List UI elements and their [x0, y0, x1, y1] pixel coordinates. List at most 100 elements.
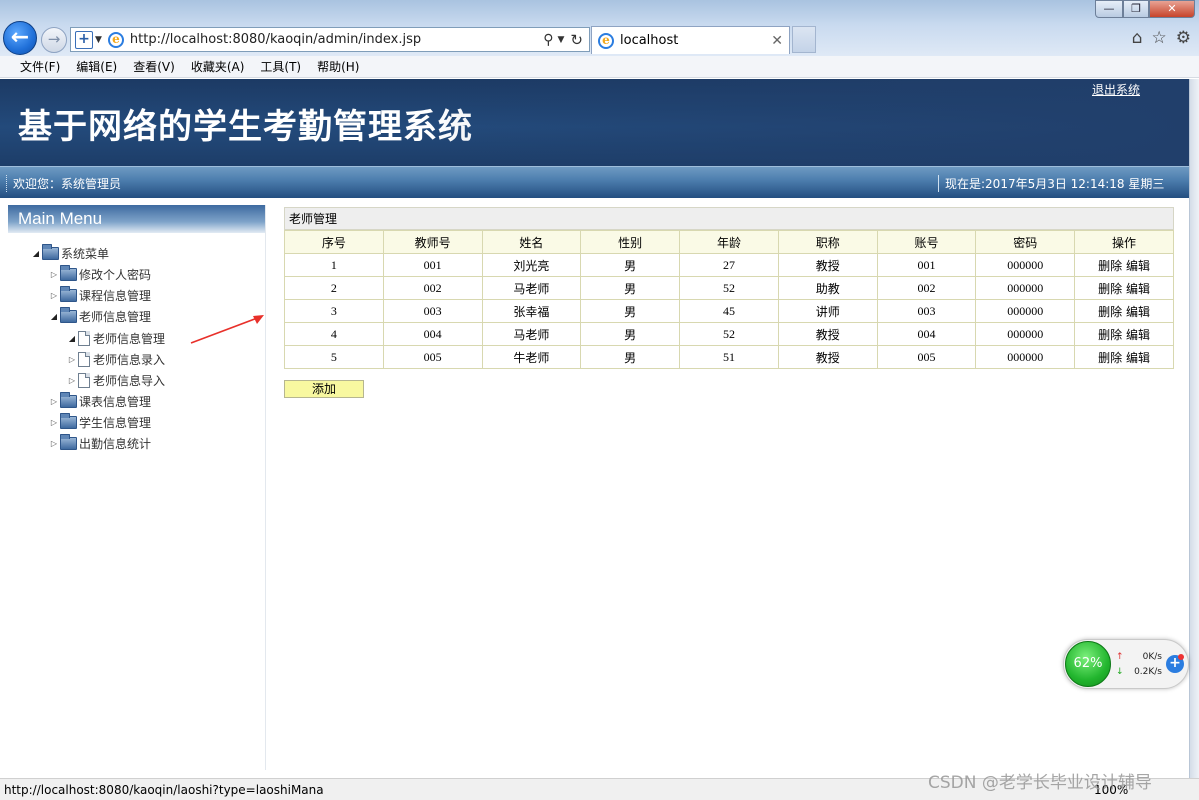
table-row: 3 003 张幸福 男 45 讲师 003 000000 删除 编辑	[284, 299, 1174, 323]
memory-usage-badge[interactable]: 62%	[1065, 641, 1111, 687]
table-header-row: 序号 教师号 姓名 性别 年龄 职称 账号 密码 操作	[284, 230, 1174, 254]
table-cell: 男	[580, 299, 681, 323]
edit-link[interactable]: 编辑	[1126, 351, 1150, 365]
column-header: 操作	[1074, 230, 1174, 254]
sidebar-subitem-label: 老师信息管理	[93, 331, 166, 346]
table-cell: 000000	[975, 253, 1076, 277]
sidebar-item-schedule-management[interactable]: ▷ 课表信息管理	[48, 391, 152, 410]
collapsed-arrow-icon[interactable]: ▷	[66, 355, 78, 364]
edit-link[interactable]: 编辑	[1126, 259, 1150, 273]
table-cell: 52	[679, 276, 779, 300]
column-header: 性别	[580, 230, 681, 254]
sidebar-subitem-teacher-management[interactable]: ◢ 老师信息管理	[66, 329, 165, 347]
minimize-icon[interactable]: —	[1095, 0, 1123, 18]
info-bar: 欢迎您：系统管理员 现在是:2017年5月3日 12:14:18 星期三	[0, 166, 1189, 198]
new-tab-button[interactable]	[792, 26, 816, 53]
table-cell: 000000	[975, 345, 1076, 369]
table-cell: 教授	[777, 253, 878, 277]
forward-arrow-icon[interactable]: →	[41, 27, 67, 53]
compatibility-view-icon[interactable]: +	[75, 30, 93, 49]
collapsed-arrow-icon[interactable]: ▷	[48, 291, 60, 300]
folder-icon	[60, 306, 77, 323]
close-icon[interactable]: ✕	[771, 33, 783, 49]
column-header: 职称	[777, 230, 878, 254]
actions-cell: 删除 编辑	[1074, 322, 1174, 346]
sidebar-item-course-management[interactable]: ▷ 课程信息管理	[48, 285, 151, 304]
page-title: 基于网络的学生考勤管理系统	[18, 107, 473, 147]
column-header: 账号	[876, 230, 977, 254]
table-cell: 005	[876, 345, 977, 369]
sidebar-subitem-label: 老师信息录入	[93, 352, 166, 367]
scrollbar[interactable]	[1189, 79, 1199, 778]
table-cell: 51	[679, 345, 779, 369]
main-menu-title: Main Menu	[18, 209, 103, 228]
expanded-arrow-icon[interactable]: ◢	[48, 312, 60, 321]
sidebar-subitem-teacher-entry[interactable]: ▷ 老师信息录入	[66, 350, 165, 368]
maximize-icon[interactable]: ❐	[1123, 0, 1149, 18]
sidebar-item-label: 课表信息管理	[79, 394, 152, 409]
chevron-down-icon[interactable]: ▼	[95, 35, 102, 45]
star-icon[interactable]: ☆	[1152, 28, 1167, 48]
sidebar-item-student-management[interactable]: ▷ 学生信息管理	[48, 412, 151, 431]
actions-cell: 删除 编辑	[1074, 299, 1174, 323]
sidebar-item-label: 出勤信息统计	[79, 436, 152, 451]
menu-favorites[interactable]: 收藏夹(A)	[183, 58, 253, 75]
table-cell: 男	[580, 345, 681, 369]
sidebar-item-label: 老师信息管理	[79, 309, 152, 324]
url-text[interactable]: http://localhost:8080/kaoqin/admin/index…	[130, 32, 543, 47]
browser-tab[interactable]: e localhost ✕	[591, 26, 790, 54]
folder-icon	[60, 433, 77, 450]
delete-link[interactable]: 删除	[1098, 282, 1122, 296]
table-row: 4 004 马老师 男 52 教授 004 000000 删除 编辑	[284, 322, 1174, 346]
menu-view[interactable]: 查看(V)	[125, 58, 183, 75]
collapsed-arrow-icon[interactable]: ▷	[66, 376, 78, 385]
delete-link[interactable]: 删除	[1098, 351, 1122, 365]
gear-icon[interactable]: ⚙	[1176, 28, 1191, 48]
collapsed-arrow-icon[interactable]: ▷	[48, 397, 60, 406]
expanded-arrow-icon[interactable]: ◢	[30, 249, 42, 258]
expanded-arrow-icon[interactable]: ◢	[66, 334, 78, 343]
table-cell: 教授	[777, 345, 878, 369]
actions-cell: 删除 编辑	[1074, 253, 1174, 277]
delete-link[interactable]: 删除	[1098, 305, 1122, 319]
add-button[interactable]: 添加	[284, 380, 364, 398]
table-cell: 助教	[777, 276, 878, 300]
table-cell: 5	[284, 345, 384, 369]
home-icon[interactable]: ⌂	[1132, 28, 1143, 48]
network-monitor-widget[interactable]: 62% ↑ 0K/s ↓ 0.2K/s +	[1063, 639, 1189, 689]
tree-root[interactable]: ◢ 系统菜单	[30, 243, 109, 262]
close-icon[interactable]: ✕	[1149, 0, 1195, 18]
folder-icon	[60, 264, 77, 281]
sidebar-item-teacher-management[interactable]: ◢ 老师信息管理	[48, 306, 152, 325]
delete-link[interactable]: 删除	[1098, 259, 1122, 273]
edit-link[interactable]: 编辑	[1126, 305, 1150, 319]
edit-link[interactable]: 编辑	[1126, 282, 1150, 296]
tab-title: localhost	[620, 33, 679, 48]
delete-link[interactable]: 删除	[1098, 328, 1122, 342]
address-bar[interactable]: + ▼ e http://localhost:8080/kaoqin/admin…	[70, 27, 590, 52]
sidebar-subitem-label: 老师信息导入	[93, 373, 166, 388]
upload-speed: 0K/s	[1142, 652, 1162, 662]
folder-icon	[60, 285, 77, 302]
upload-arrow-icon: ↑	[1116, 652, 1124, 662]
chevron-down-icon[interactable]: ▼	[558, 35, 565, 45]
menu-edit[interactable]: 编辑(E)	[68, 58, 125, 75]
table-cell: 教授	[777, 322, 878, 346]
menu-tools[interactable]: 工具(T)	[252, 58, 309, 75]
sidebar-item-change-password[interactable]: ▷ 修改个人密码	[48, 264, 151, 283]
collapsed-arrow-icon[interactable]: ▷	[48, 439, 60, 448]
edit-link[interactable]: 编辑	[1126, 328, 1150, 342]
sidebar-item-attendance-stats[interactable]: ▷ 出勤信息统计	[48, 433, 152, 452]
actions-cell: 删除 编辑	[1074, 276, 1174, 300]
menu-help[interactable]: 帮助(H)	[309, 58, 367, 75]
back-arrow-icon[interactable]: ←	[3, 21, 37, 55]
search-icon[interactable]: ⚲	[543, 32, 553, 48]
logout-link[interactable]: 退出系统	[1092, 81, 1140, 98]
refresh-icon[interactable]: ↻	[570, 31, 583, 49]
column-header: 序号	[284, 230, 384, 254]
menu-file[interactable]: 文件(F)	[12, 58, 68, 75]
collapsed-arrow-icon[interactable]: ▷	[48, 418, 60, 427]
sidebar-subitem-teacher-import[interactable]: ▷ 老师信息导入	[66, 371, 165, 389]
collapsed-arrow-icon[interactable]: ▷	[48, 270, 60, 279]
table-row: 2 002 马老师 男 52 助教 002 000000 删除 编辑	[284, 276, 1174, 300]
